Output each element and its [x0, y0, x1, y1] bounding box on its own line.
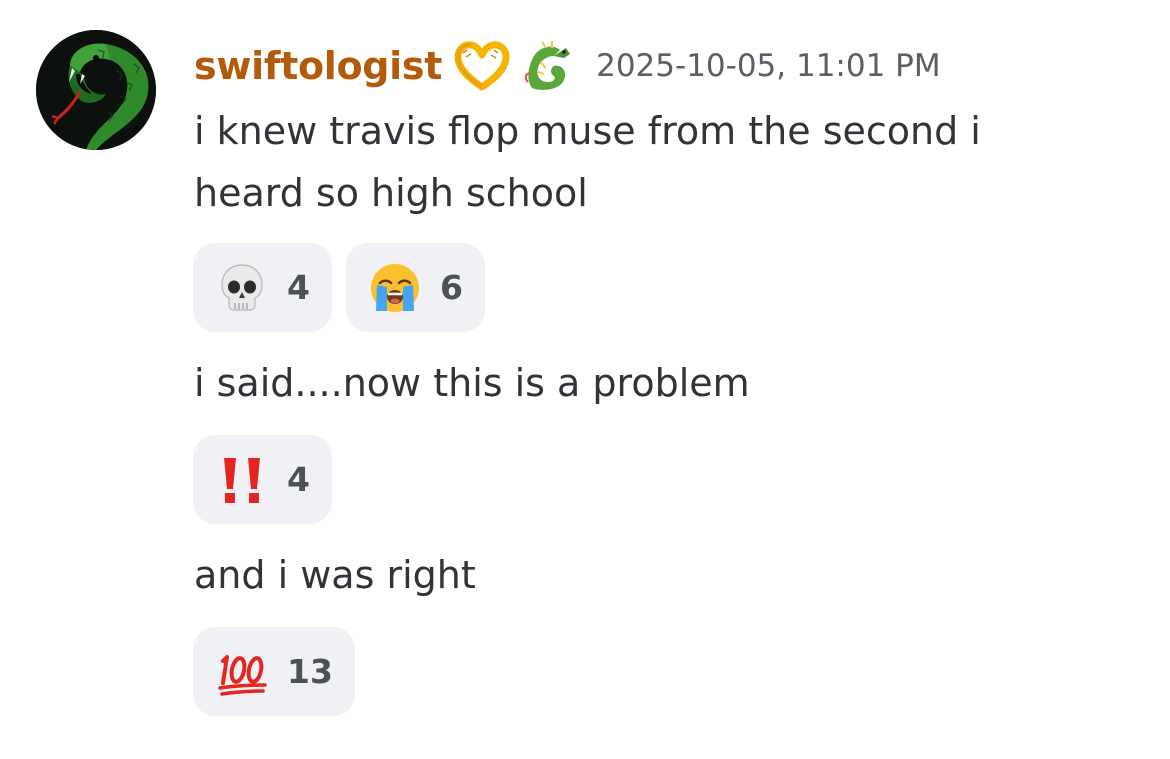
reaction-skull[interactable]: 4 — [193, 243, 332, 332]
message-text: and i was right — [194, 553, 476, 597]
message-text: i knew travis flop muse from the second … — [194, 100, 981, 224]
skull-icon — [215, 261, 269, 315]
reaction-double-exclamation[interactable]: 4 — [193, 435, 332, 524]
reaction-count: 4 — [287, 268, 310, 307]
message-line: heard so high school — [194, 171, 588, 215]
green-snake-icon — [36, 30, 156, 150]
reaction-count: 13 — [287, 652, 333, 691]
reaction-bar: 13 — [193, 627, 355, 716]
reaction-bar: 4 — [193, 435, 332, 524]
timestamp: 2025-10-05, 11:01 PM — [596, 48, 941, 84]
loudly-crying-face-icon — [368, 261, 422, 315]
double-exclamation-icon — [215, 453, 269, 507]
message-text: i said....now this is a problem — [194, 361, 750, 405]
reaction-crying[interactable]: 6 — [345, 243, 485, 332]
message-header: swiftologist 2025-10-05, 11:01 PM — [194, 38, 941, 94]
heart-hands-icon[interactable] — [454, 41, 510, 91]
reaction-count: 4 — [287, 460, 310, 499]
avatar[interactable] — [36, 30, 156, 150]
reaction-count: 6 — [439, 268, 463, 307]
message-line: i knew travis flop muse from the second … — [194, 109, 981, 153]
hundred-points-icon — [215, 645, 269, 699]
reaction-hundred[interactable]: 13 — [193, 627, 355, 716]
dragon-icon[interactable] — [520, 38, 576, 94]
username[interactable]: swiftologist — [194, 44, 442, 88]
reaction-bar: 4 6 — [193, 243, 485, 332]
